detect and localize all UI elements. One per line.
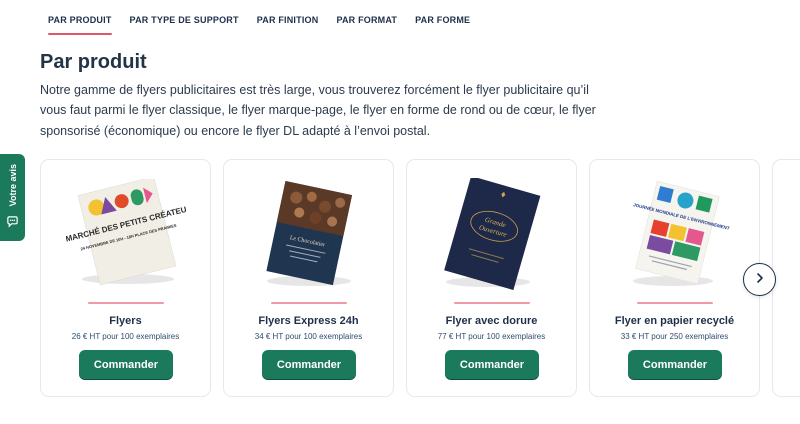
- tab-par-type-de-support[interactable]: PAR TYPE DE SUPPORT: [130, 0, 239, 36]
- chevron-right-icon: [754, 271, 766, 289]
- tab-par-finition[interactable]: PAR FINITION: [257, 0, 319, 36]
- card-divider: [271, 302, 347, 304]
- flyer-thumbnail: Grande Ouverture: [407, 174, 576, 294]
- product-price: 34 € HT pour 100 exemplaires: [254, 332, 363, 341]
- feedback-tab[interactable]: Votre avis: [0, 154, 25, 241]
- product-price: 77 € HT pour 100 exemplaires: [437, 332, 546, 341]
- product-name: Flyer en papier recyclé: [614, 315, 735, 327]
- tab-par-produit[interactable]: PAR PRODUIT: [48, 0, 112, 36]
- tab-par-format[interactable]: PAR FORMAT: [336, 0, 397, 36]
- product-card-flyers[interactable]: LE MARCHÉ DES PETITS CRÉATEURS 24 NOVEMB…: [40, 159, 211, 397]
- flyer-thumbnail: LE MARCHÉ DES PETITS CRÉATEURS 24 NOVEMB…: [41, 174, 210, 294]
- section-intro: Notre gamme de flyers publicitaires est …: [40, 83, 596, 138]
- commander-button[interactable]: Commander: [79, 350, 173, 379]
- flyer-thumbnail: JOURNÉE MONDIALE DE L'ENVIRONNEMENT: [590, 174, 759, 294]
- section-title: Par produit: [40, 51, 147, 73]
- card-divider: [454, 302, 530, 304]
- product-price: 33 € HT pour 250 exemplaires: [620, 332, 729, 341]
- product-card-flyer-dorure[interactable]: Grande Ouverture Flyer avec dorure 77 € …: [406, 159, 577, 397]
- card-divider: [88, 302, 164, 304]
- tab-par-forme[interactable]: PAR FORME: [415, 0, 470, 36]
- product-name: Flyers: [109, 315, 142, 327]
- feedback-label: Votre avis: [7, 164, 18, 207]
- flyer-thumbnail: Le Chocolatier: [224, 174, 393, 294]
- category-tabs: PAR PRODUIT PAR TYPE DE SUPPORT PAR FINI…: [48, 0, 470, 36]
- commander-button[interactable]: Commander: [445, 350, 539, 379]
- carousel-next-button[interactable]: [743, 263, 776, 296]
- product-price: 26 € HT pour 100 exemplaires: [71, 332, 180, 341]
- commander-button[interactable]: Commander: [628, 350, 722, 379]
- product-name: Flyers Express 24h: [258, 315, 359, 327]
- card-divider: [637, 302, 713, 304]
- chat-bubble-icon: [6, 215, 19, 233]
- product-name: Flyer avec dorure: [445, 315, 538, 327]
- commander-button[interactable]: Commander: [262, 350, 356, 379]
- product-card-partial[interactable]: [772, 159, 800, 397]
- product-card-flyer-recycle[interactable]: JOURNÉE MONDIALE DE L'ENVIRONNEMENT Flye…: [589, 159, 760, 397]
- product-card-flyers-express[interactable]: Le Chocolatier Flyers Express 24h 34 € H…: [223, 159, 394, 397]
